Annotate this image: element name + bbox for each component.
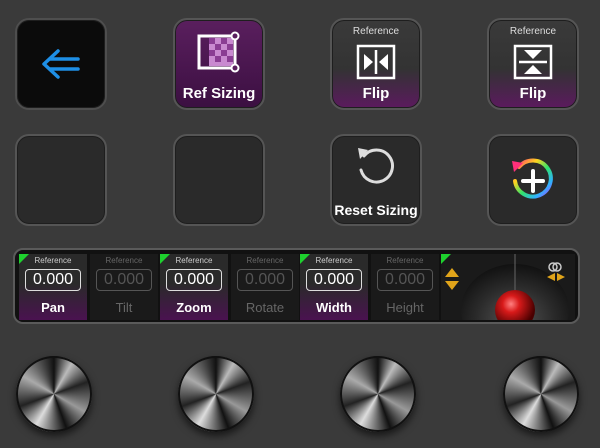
reset-sizing-label: Reset Sizing (334, 202, 418, 218)
flip-vertical-label: Flip (519, 85, 547, 102)
param-width[interactable]: Reference 0.000 Width (300, 254, 368, 320)
flip-horizontal-small-label: Reference (352, 26, 400, 37)
flip-horizontal-key[interactable]: Reference Flip (330, 18, 422, 110)
param-rotate[interactable]: Reference 0.000 Rotate (231, 254, 299, 320)
ref-sizing-key[interactable]: Ref Sizing (173, 18, 265, 110)
reset-sizing-key[interactable]: Reset Sizing (330, 134, 422, 226)
ref-sizing-icon (197, 31, 240, 73)
param-name: Pan (41, 300, 65, 315)
knob-2[interactable] (178, 356, 254, 432)
param-value: 0.000 (237, 269, 293, 291)
knob-1[interactable] (16, 356, 92, 432)
empty-key-1[interactable] (15, 134, 107, 226)
flip-vertical-small-label: Reference (509, 26, 557, 37)
param-value: 0.000 (166, 269, 222, 291)
param-value: 0.000 (25, 269, 81, 291)
param-name: Zoom (176, 300, 212, 315)
arrow-left-icon (42, 49, 80, 79)
ring-left-right-icon (547, 262, 565, 281)
param-ref-label: Reference (105, 256, 143, 265)
param-pan[interactable]: Reference 0.000 Pan (19, 254, 87, 320)
active-marker (441, 254, 451, 264)
param-ref-label: Reference (34, 256, 72, 265)
knob-3[interactable] (340, 356, 416, 432)
flip-horizontal-icon (356, 44, 396, 80)
flip-horizontal-label: Flip (362, 85, 390, 102)
param-height[interactable]: Reference 0.000 Height (371, 254, 439, 320)
param-ref-label: Reference (315, 256, 353, 265)
trackball-panel[interactable] (441, 254, 575, 320)
parameter-strip: Reference 0.000 Pan Reference 0.000 Tilt… (13, 248, 580, 324)
back-key[interactable] (15, 18, 107, 110)
add-key[interactable] (487, 134, 579, 226)
param-ref-label: Reference (246, 256, 284, 265)
param-ref-label: Reference (175, 256, 213, 265)
flip-vertical-key[interactable]: Reference Flip (487, 18, 579, 110)
param-name: Width (316, 300, 352, 315)
param-tilt[interactable]: Reference 0.000 Tilt (90, 254, 158, 320)
param-name: Tilt (115, 300, 133, 315)
param-name: Rotate (245, 300, 285, 315)
param-ref-label: Reference (386, 256, 424, 265)
flip-vertical-icon (513, 44, 553, 80)
param-value: 0.000 (377, 269, 433, 291)
ref-sizing-label: Ref Sizing (182, 85, 256, 102)
add-circle-rainbow-icon (512, 158, 553, 199)
reset-icon (358, 148, 394, 184)
param-value: 0.000 (96, 269, 152, 291)
knob-4[interactable] (503, 356, 579, 432)
param-value: 0.000 (306, 269, 362, 291)
param-zoom[interactable]: Reference 0.000 Zoom (160, 254, 228, 320)
param-name: Height (386, 300, 424, 315)
up-down-arrows-icon (445, 268, 459, 290)
empty-key-2[interactable] (173, 134, 265, 226)
